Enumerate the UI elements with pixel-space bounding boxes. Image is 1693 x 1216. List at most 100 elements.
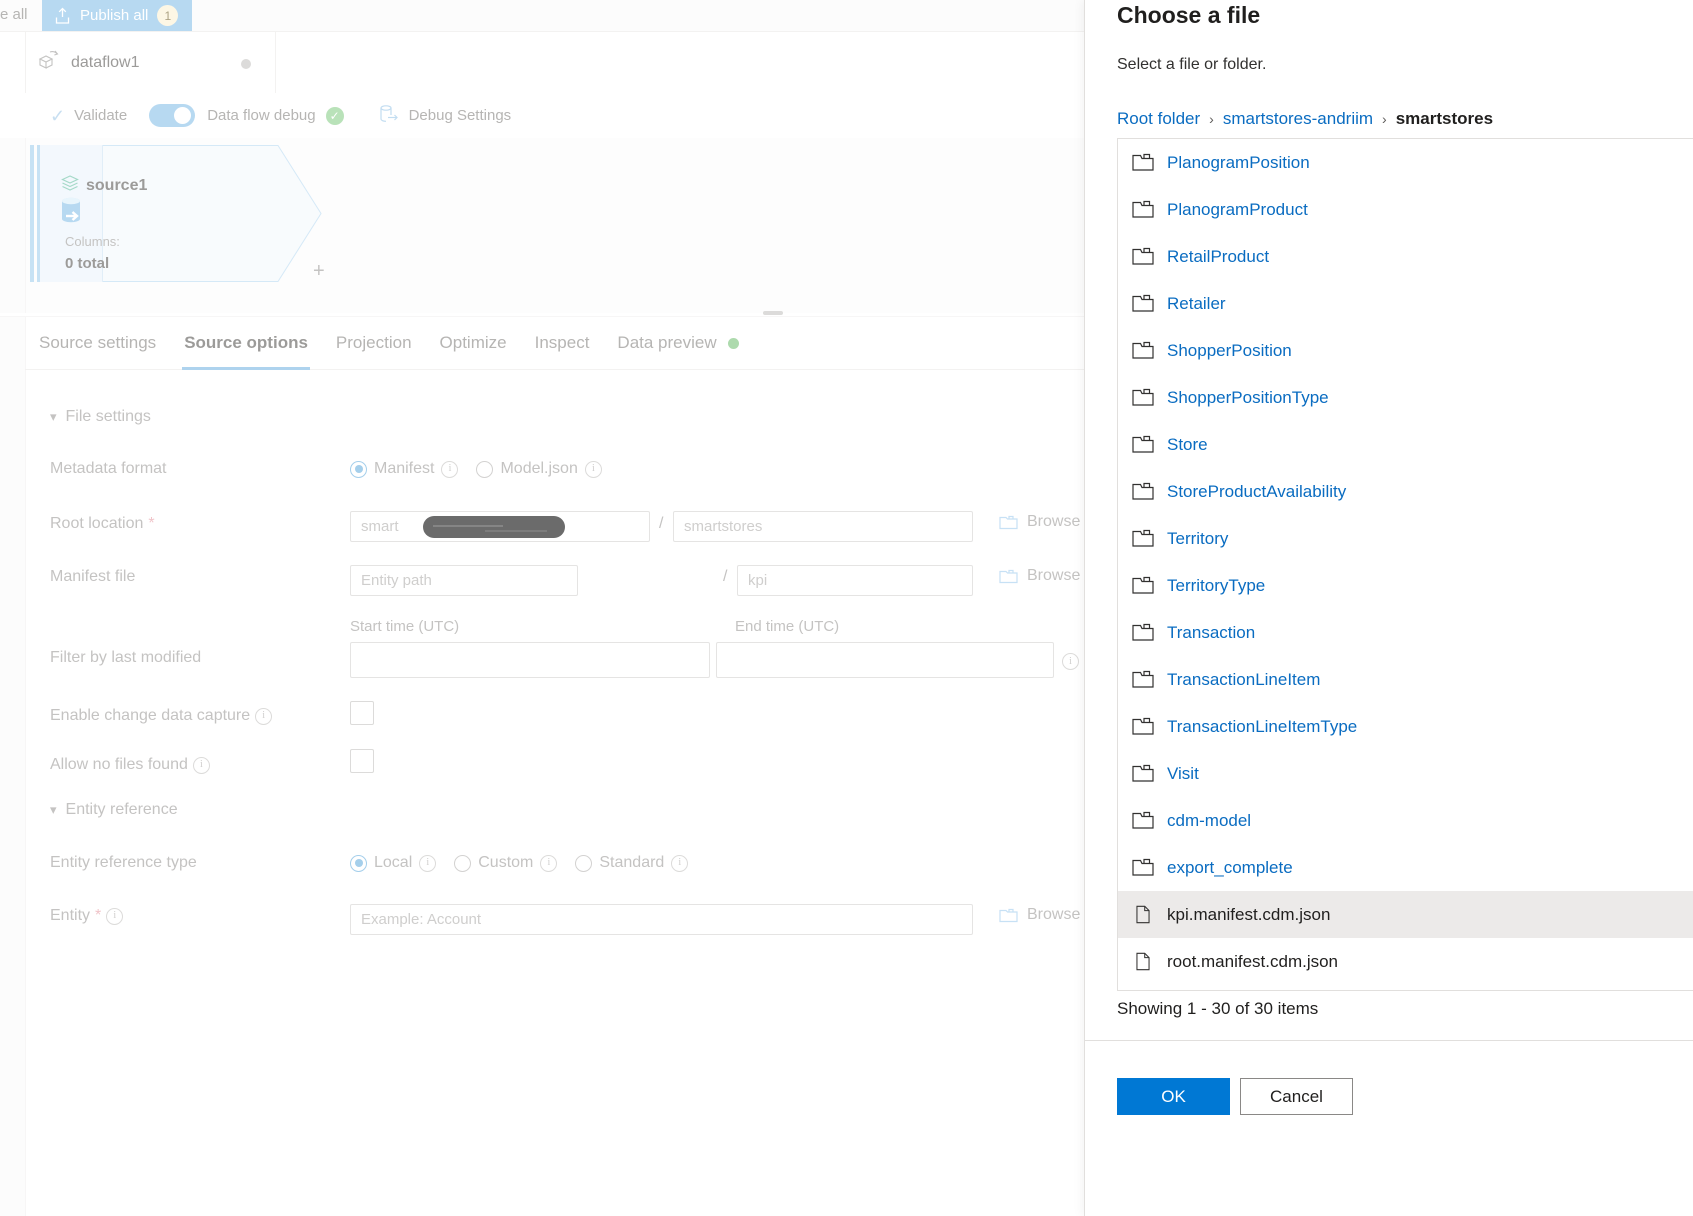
pane-resize-handle[interactable] xyxy=(763,311,783,315)
section-file-settings-label: File settings xyxy=(65,408,151,425)
radio-modeljson-control[interactable] xyxy=(476,460,494,478)
info-icon[interactable]: i xyxy=(540,854,558,872)
radio-modeljson[interactable]: Model.json i xyxy=(476,460,602,478)
info-icon[interactable]: i xyxy=(584,460,602,478)
entity-reference-type-label-text: Entity reference type xyxy=(50,854,197,871)
info-icon[interactable]: i xyxy=(419,854,437,872)
info-icon[interactable]: i xyxy=(192,756,210,774)
tab-projection[interactable]: Projection xyxy=(322,317,426,370)
ok-button[interactable]: OK xyxy=(1117,1078,1230,1115)
list-item[interactable]: root.manifest.cdm.json xyxy=(1118,938,1693,985)
node-columns-value: 0 total xyxy=(65,255,110,272)
editor-tab-dataflow1[interactable]: dataflow1 xyxy=(25,32,276,94)
entity-input[interactable]: Example: Account xyxy=(350,904,973,935)
folder-icon xyxy=(1132,811,1154,830)
data-flow-debug-toggle[interactable] xyxy=(149,104,196,127)
list-item[interactable]: TransactionLineItem xyxy=(1118,656,1693,703)
allow-no-files-checkbox[interactable] xyxy=(350,749,374,773)
folder-icon xyxy=(999,907,1018,923)
list-item[interactable]: Transaction xyxy=(1118,609,1693,656)
list-item[interactable]: Store xyxy=(1118,421,1693,468)
details-pane-tabs: Source settings Source options Projectio… xyxy=(25,317,1100,370)
list-item[interactable]: ShopperPositionType xyxy=(1118,374,1693,421)
root-location-container-input[interactable]: smart xyxy=(350,511,650,542)
tab-inspect-label: Inspect xyxy=(534,333,590,352)
list-item-label: ShopperPositionType xyxy=(1167,387,1329,407)
list-item-label: export_complete xyxy=(1167,857,1293,877)
filter-by-last-modified-label: Filter by last modified xyxy=(50,649,201,667)
radio-manifest-control[interactable] xyxy=(350,460,367,478)
info-icon[interactable]: i xyxy=(255,707,273,725)
tab-source-options[interactable]: Source options xyxy=(170,317,322,370)
list-item[interactable]: PlanogramProduct xyxy=(1118,186,1693,233)
validate-button[interactable]: ✓ Validate xyxy=(46,93,131,138)
list-item-label: kpi.manifest.cdm.json xyxy=(1167,904,1331,924)
tab-data-preview[interactable]: Data preview xyxy=(603,317,752,370)
radio-standard-control[interactable] xyxy=(575,854,593,872)
manifest-name-input[interactable]: kpi xyxy=(737,565,973,596)
list-item-selected[interactable]: kpi.manifest.cdm.json xyxy=(1118,891,1693,938)
dataflow-toolbar: ✓ Validate Data flow debug ✓ Debug Setti… xyxy=(0,93,1100,138)
radio-manifest[interactable]: Manifest i xyxy=(350,460,459,478)
entity-reference-type-label: Entity reference type xyxy=(50,854,197,872)
radio-local[interactable]: Local i xyxy=(350,854,437,872)
cancel-button[interactable]: Cancel xyxy=(1240,1078,1353,1115)
list-item[interactable]: RetailProduct xyxy=(1118,233,1693,280)
manifest-file-browse-button[interactable]: Browse xyxy=(999,567,1080,585)
list-item[interactable]: PlanogramPosition xyxy=(1118,139,1693,186)
manifest-entity-path-placeholder: Entity path xyxy=(361,572,432,589)
list-item[interactable]: ShopperPosition xyxy=(1118,327,1693,374)
enable-cdc-checkbox[interactable] xyxy=(350,701,374,725)
list-item[interactable]: Territory xyxy=(1118,515,1693,562)
radio-standard[interactable]: Standard i xyxy=(575,854,689,872)
radio-local-control[interactable] xyxy=(350,854,367,872)
folder-icon xyxy=(1132,670,1154,689)
list-item[interactable]: export_complete xyxy=(1118,844,1693,891)
manifest-entity-path-input[interactable]: Entity path xyxy=(350,565,578,596)
radio-custom[interactable]: Custom i xyxy=(454,854,558,872)
metadata-format-label-text: Metadata format xyxy=(50,460,167,477)
root-location-browse-button[interactable]: Browse xyxy=(999,513,1080,531)
metadata-format-radio-group: Manifest i Model.json i xyxy=(350,460,602,478)
breadcrumb-item-smartstores-andriim[interactable]: smartstores-andriim xyxy=(1223,109,1373,129)
list-item[interactable]: Retailer xyxy=(1118,280,1693,327)
tab-inspect[interactable]: Inspect xyxy=(521,317,604,370)
info-icon[interactable]: i xyxy=(106,907,124,925)
section-entity-reference[interactable]: ▾ Entity reference xyxy=(50,801,178,819)
file-browser-list[interactable]: PlanogramPosition PlanogramProduct Retai… xyxy=(1117,138,1693,991)
panel-subtitle: Select a file or folder. xyxy=(1117,56,1267,73)
publish-all-button[interactable]: Publish all 1 xyxy=(42,0,193,31)
tab-optimize[interactable]: Optimize xyxy=(426,317,521,370)
ok-button-label: OK xyxy=(1161,1086,1186,1106)
breadcrumb-item-root-folder[interactable]: Root folder xyxy=(1117,109,1200,129)
file-icon xyxy=(1132,905,1154,924)
info-icon[interactable]: i xyxy=(1062,653,1079,670)
folder-icon xyxy=(1132,388,1154,407)
list-item[interactable]: cdm-model xyxy=(1118,797,1693,844)
manifest-name-value: kpi xyxy=(748,572,768,589)
list-item[interactable]: Visit xyxy=(1118,750,1693,797)
toggle-knob xyxy=(174,107,192,124)
section-file-settings[interactable]: ▾ File settings xyxy=(50,408,151,426)
plus-icon[interactable]: + xyxy=(313,260,325,283)
folder-icon xyxy=(999,514,1018,530)
source-node-source1[interactable]: source1 Columns: 0 total xyxy=(30,145,322,282)
info-icon[interactable]: i xyxy=(671,854,689,872)
allow-no-files-label-text: Allow no files found xyxy=(50,756,188,773)
list-item-label: PlanogramProduct xyxy=(1167,199,1308,219)
radio-custom-control[interactable] xyxy=(454,854,472,872)
info-icon[interactable]: i xyxy=(441,460,459,478)
debug-settings-button[interactable]: Debug Settings xyxy=(374,93,516,138)
list-item[interactable]: TransactionLineItemType xyxy=(1118,703,1693,750)
node-columns-label: Columns: xyxy=(65,234,120,249)
adls-source-icon xyxy=(54,194,88,233)
list-item[interactable]: TerritoryType xyxy=(1118,562,1693,609)
list-item[interactable]: StoreProductAvailability xyxy=(1118,468,1693,515)
manifest-file-browse-label: Browse xyxy=(1027,567,1081,584)
database-export-icon xyxy=(378,104,400,128)
root-location-folder-input[interactable]: smartstores xyxy=(673,511,973,542)
end-time-input[interactable] xyxy=(716,642,1054,678)
entity-browse-button[interactable]: Browse xyxy=(999,906,1080,924)
start-time-input[interactable] xyxy=(350,642,710,678)
tab-source-settings[interactable]: Source settings xyxy=(25,317,170,370)
